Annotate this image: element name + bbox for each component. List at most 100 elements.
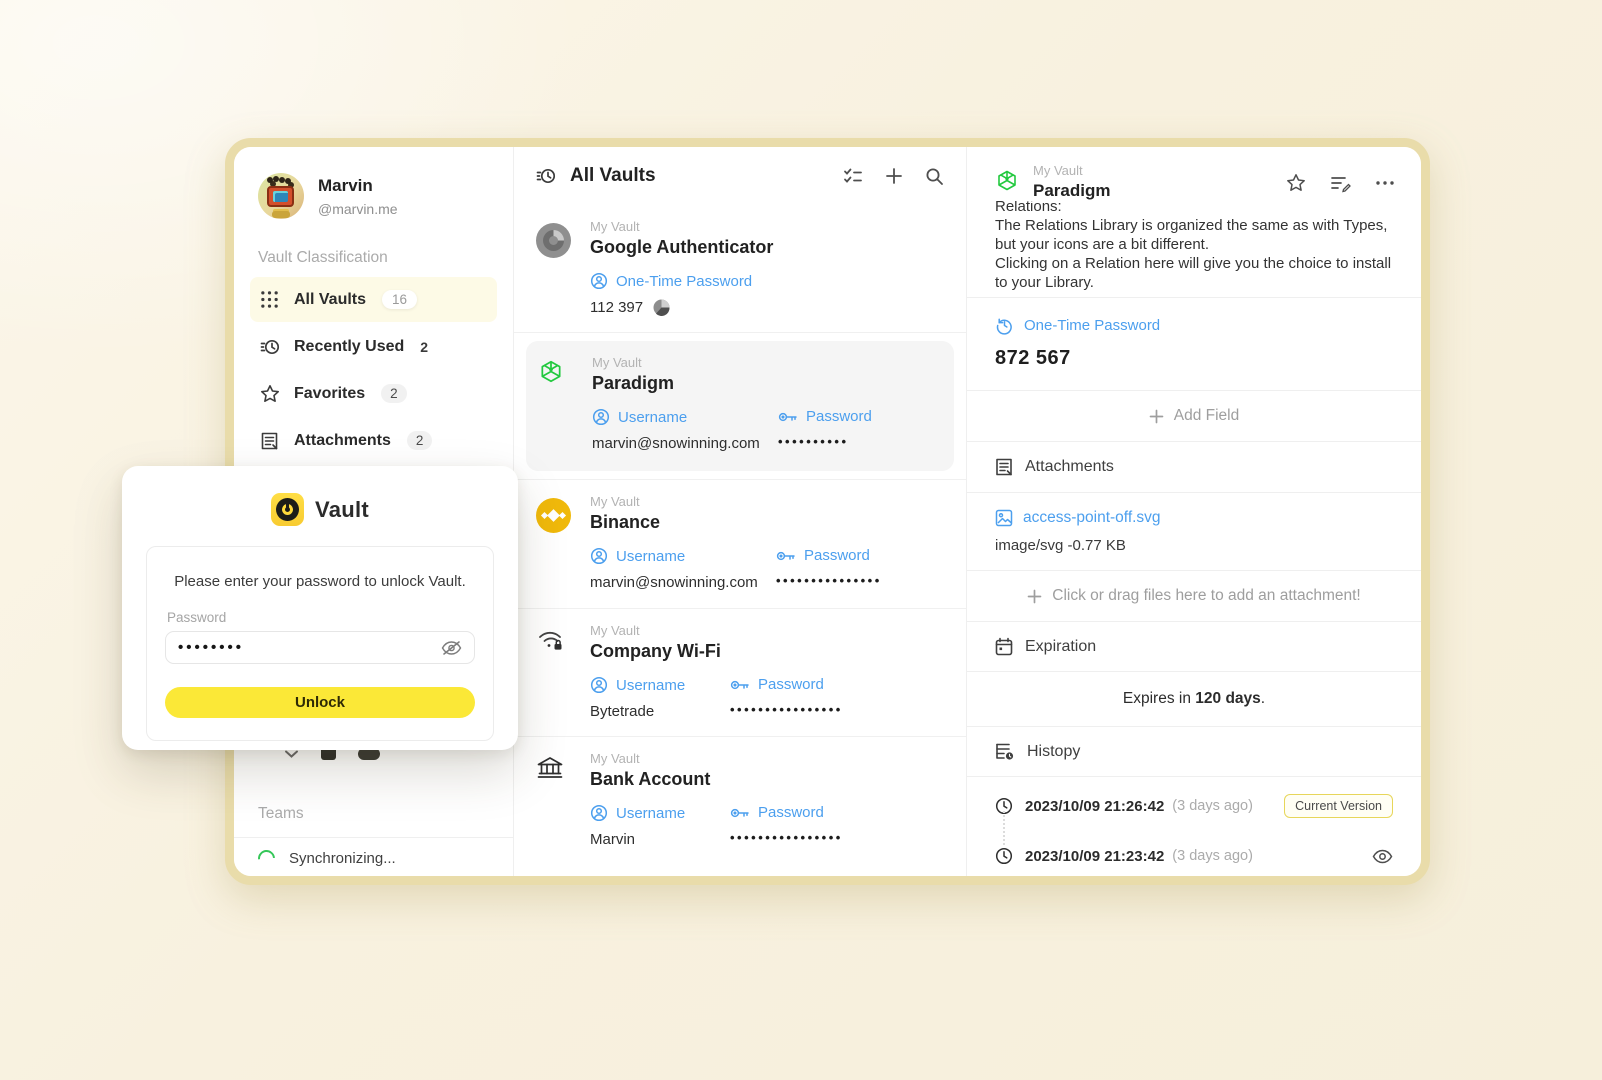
ellipsis-icon[interactable] (1375, 180, 1395, 186)
history-row[interactable]: 2023/10/09 21:23:42 (3 days ago) (995, 831, 1393, 876)
eye-off-icon[interactable] (441, 640, 462, 656)
otp-label: One-Time Password (1024, 317, 1161, 334)
favorite-star-icon[interactable] (1286, 173, 1306, 193)
vault-item-company-wifi[interactable]: My Vault Company Wi-Fi Username Bytetrad… (514, 609, 966, 737)
user-circle-icon (590, 547, 608, 565)
unlock-modal: Vault Please enter your password to unlo… (122, 466, 518, 750)
attachment-file-meta: image/svg -0.77 KB (995, 537, 1126, 554)
sync-spinner-icon (254, 846, 279, 871)
attachments-section-header: Attachments (967, 441, 1421, 492)
username-value[interactable]: marvin@snowinning.com (590, 574, 776, 591)
user-circle-icon (590, 676, 608, 694)
password-input[interactable]: •••••••• (165, 631, 475, 664)
attachment-drop-section: Click or drag files here to add an attac… (967, 570, 1421, 621)
multi-select-icon[interactable] (843, 167, 863, 185)
password-value[interactable]: •••••••••••••••• (730, 702, 843, 717)
password-value[interactable]: •••••••••••••••• (730, 830, 843, 845)
recent-clock-icon (536, 166, 556, 186)
profile-handle: @marvin.me (318, 200, 398, 217)
password-value[interactable]: •••••••••• (778, 434, 944, 449)
pie-timer-icon (653, 299, 670, 316)
vault-item-paradigm-selected[interactable]: My Vault Paradigm Username marvin@snowin… (526, 341, 954, 471)
recent-clock-icon (260, 337, 280, 357)
username-value[interactable]: marvin@snowinning.com (592, 435, 778, 452)
add-field-label: Add Field (1173, 407, 1240, 424)
chevron-down-icon (284, 749, 299, 759)
vault-tag: My Vault (590, 751, 640, 766)
user-circle-icon (590, 272, 608, 290)
paradigm-icon (538, 355, 576, 394)
sidebar-item-attachments[interactable]: Attachments 2 (250, 418, 497, 463)
search-icon[interactable] (925, 167, 944, 186)
expiration-title: Expiration (1025, 637, 1097, 655)
add-field-button[interactable]: Add Field (995, 391, 1393, 441)
user-circle-icon (592, 408, 610, 426)
sidebar-item-recently-used[interactable]: Recently Used 2 (250, 324, 497, 369)
attachment-file-name: access-point-off.svg (1023, 509, 1161, 526)
vault-logo-row: Vault (122, 466, 518, 526)
username-value[interactable]: Marvin (590, 831, 730, 848)
detail-panel: My Vault Paradigm Relations: The Relatio… (967, 147, 1421, 876)
eye-icon[interactable] (1372, 849, 1393, 864)
sidebar-item-favorites[interactable]: Favorites 2 (250, 371, 497, 416)
count-badge: 16 (382, 290, 418, 309)
sync-status-text: Synchronizing... (289, 850, 396, 867)
vault-classification-label: Vault Classification (258, 249, 388, 266)
vault-logo-text: Vault (314, 496, 370, 522)
otp-code[interactable]: 872 567 (995, 347, 1393, 370)
grid-icon (260, 290, 280, 309)
avatar (258, 173, 304, 219)
password-value: •••••••• (178, 639, 245, 656)
attachment-doc-icon (995, 457, 1013, 477)
key-icon (778, 409, 798, 425)
field-label: Password (758, 676, 824, 693)
notes-line: Clicking on a Relation here will give yo… (995, 255, 1392, 291)
vault-item-bank-account[interactable]: My Vault Bank Account Username Marvin Pa… (514, 737, 966, 864)
vault-tag: My Vault (590, 623, 640, 638)
clock-icon (995, 847, 1013, 865)
plus-icon (1149, 409, 1164, 424)
vault-item-google-authenticator[interactable]: My Vault Google Authenticator One-Time P… (514, 205, 966, 333)
wifi-lock-icon (536, 623, 574, 662)
password-value[interactable]: ••••••••••••••• (776, 573, 944, 588)
vault-list-title: All Vaults (570, 165, 656, 186)
key-icon (776, 548, 796, 564)
history-row[interactable]: 2023/10/09 21:26:42 (3 days ago) Current… (995, 781, 1393, 831)
vault-keyhole-logo-icon (270, 493, 304, 526)
field-label: One-Time Password (616, 272, 753, 290)
attachment-drop-hint: Click or drag files here to add an attac… (1052, 587, 1361, 604)
history-ago: (3 days ago) (1172, 798, 1253, 814)
vault-tag: My Vault (590, 219, 640, 234)
username-value[interactable]: Bytetrade (590, 703, 730, 720)
vault-item-binance[interactable]: My Vault Binance Username marvin@snowinn… (514, 479, 966, 609)
timeline-connector (1003, 811, 1005, 845)
add-field-section: Add Field (967, 390, 1421, 441)
star-icon (260, 384, 280, 404)
field-label: Password (804, 547, 870, 564)
count-badge: 2 (381, 384, 407, 403)
bank-icon (536, 751, 574, 790)
user-circle-icon (590, 804, 608, 822)
history-list: 2023/10/09 21:26:42 (3 days ago) Current… (967, 776, 1421, 876)
notes-line: The Relations Library is organized the s… (995, 217, 1388, 253)
field-label: Username (618, 408, 688, 426)
user-profile[interactable]: Marvin @marvin.me (234, 147, 513, 229)
history-section-header: Histopy (967, 726, 1421, 776)
unlock-button[interactable]: Unlock (165, 687, 475, 718)
history-title: Histopy (1027, 742, 1081, 760)
password-label: Password (167, 610, 227, 625)
profile-name: Marvin (318, 175, 373, 195)
edit-list-icon[interactable] (1330, 174, 1351, 193)
expiration-section-header: Expiration (967, 621, 1421, 671)
vault-tag: My Vault (1033, 163, 1083, 178)
otp-code[interactable]: 112 397 (590, 299, 643, 316)
attachment-file-link[interactable]: access-point-off.svg (995, 509, 1393, 527)
count-badge: 2 (406, 431, 433, 450)
attachment-drop-zone[interactable]: Click or drag files here to add an attac… (995, 571, 1393, 621)
binance-icon (536, 498, 571, 533)
add-item-icon[interactable] (885, 167, 903, 185)
otp-history-icon (995, 316, 1014, 335)
sidebar-item-all-vaults[interactable]: All Vaults 16 (250, 277, 497, 322)
notes-field[interactable]: Relations: The Relations Library is orga… (967, 201, 1421, 297)
divider (234, 837, 513, 838)
